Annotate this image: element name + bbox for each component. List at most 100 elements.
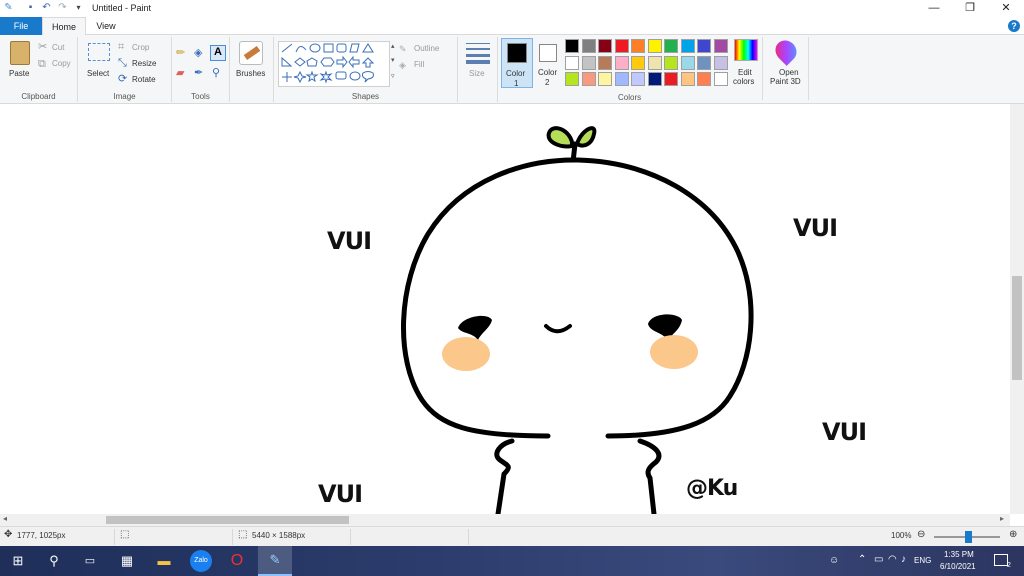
palette-swatch[interactable] bbox=[614, 72, 629, 86]
redo-icon[interactable]: ↷ bbox=[56, 2, 69, 14]
palette-swatch[interactable] bbox=[565, 72, 579, 86]
zalo-icon[interactable]: Zalo bbox=[190, 550, 212, 572]
fill-icon[interactable]: ◈ bbox=[399, 59, 406, 71]
brushes-icon[interactable] bbox=[239, 41, 263, 65]
notification-icon[interactable] bbox=[994, 554, 1008, 566]
cut-button[interactable]: Cut bbox=[52, 43, 64, 52]
canvas-area[interactable]: VUI VUI VUI VUI @Ku bbox=[0, 104, 1010, 514]
palette-swatch[interactable] bbox=[680, 39, 695, 53]
text-tool-icon[interactable]: A bbox=[210, 45, 226, 61]
close-button[interactable]: ✕ bbox=[989, 0, 1023, 17]
select-button[interactable]: Select bbox=[87, 69, 109, 78]
minimize-button[interactable]: — bbox=[917, 0, 951, 17]
palette-swatch[interactable] bbox=[598, 72, 612, 86]
palette-swatch[interactable] bbox=[713, 39, 728, 53]
palette-swatch[interactable] bbox=[713, 72, 728, 86]
taskbar-paint-active[interactable]: ✎ bbox=[258, 546, 292, 576]
resize-icon[interactable]: ⤡ bbox=[118, 57, 127, 69]
save-icon[interactable]: ▪ bbox=[24, 2, 37, 14]
language-indicator[interactable]: ENG bbox=[914, 556, 931, 565]
palette-swatch[interactable] bbox=[631, 72, 645, 86]
horizontal-scroll-thumb[interactable] bbox=[106, 516, 349, 524]
wifi-icon[interactable]: ◠ bbox=[888, 554, 897, 565]
palette-swatch[interactable] bbox=[680, 55, 695, 70]
palette-swatch[interactable] bbox=[664, 72, 678, 86]
search-icon[interactable]: ⚲ bbox=[44, 551, 64, 571]
copy-icon[interactable]: ⧉ bbox=[38, 58, 46, 70]
paste-icon[interactable] bbox=[10, 41, 30, 65]
clock-date[interactable]: 6/10/2021 bbox=[940, 562, 976, 571]
resize-button[interactable]: Resize bbox=[132, 59, 156, 68]
palette-swatch[interactable] bbox=[697, 39, 711, 53]
zoom-out-icon[interactable]: ⊖ bbox=[917, 529, 925, 540]
palette-swatch[interactable] bbox=[697, 72, 711, 86]
paint3d-line2[interactable]: Paint 3D bbox=[770, 77, 801, 86]
copy-button[interactable]: Copy bbox=[52, 59, 71, 68]
crop-button[interactable]: Crop bbox=[132, 43, 149, 52]
paint3d-line1[interactable]: Open bbox=[779, 68, 799, 77]
palette-swatch[interactable] bbox=[680, 72, 695, 86]
eraser-icon[interactable]: ▰ bbox=[176, 67, 184, 79]
palette-swatch[interactable] bbox=[581, 55, 596, 70]
shapes-expand-icon[interactable]: ▿ bbox=[391, 71, 395, 83]
clock-time[interactable]: 1:35 PM bbox=[944, 550, 974, 559]
tab-file[interactable]: File bbox=[0, 17, 42, 35]
size-button[interactable]: Size bbox=[469, 69, 485, 78]
palette-swatch[interactable] bbox=[598, 55, 612, 70]
palette-swatch[interactable] bbox=[664, 55, 678, 70]
palette-swatch[interactable] bbox=[713, 55, 728, 70]
crop-icon[interactable]: ⌗ bbox=[118, 41, 124, 53]
rotate-icon[interactable]: ⟳ bbox=[118, 73, 127, 85]
color-picker-icon[interactable]: ✒ bbox=[194, 67, 203, 79]
people-icon[interactable]: ☺ bbox=[829, 555, 839, 566]
restore-button[interactable]: ❐ bbox=[953, 0, 987, 17]
palette-swatch[interactable] bbox=[647, 55, 662, 70]
task-view-icon[interactable]: ▭ bbox=[80, 551, 100, 571]
brushes-button[interactable]: Brushes bbox=[236, 69, 265, 78]
fill-bucket-icon[interactable]: ◈ bbox=[194, 47, 202, 59]
size-icon[interactable] bbox=[466, 43, 490, 64]
vertical-scrollbar[interactable] bbox=[1010, 104, 1024, 514]
fill-button[interactable]: Fill bbox=[414, 60, 424, 69]
paint3d-icon[interactable] bbox=[771, 36, 801, 66]
edit-colors-line2[interactable]: colors bbox=[733, 77, 754, 86]
show-hidden-icons[interactable]: ⌃ bbox=[858, 554, 866, 565]
pencil-icon[interactable]: ✏ bbox=[176, 47, 185, 59]
palette-swatch[interactable] bbox=[647, 72, 662, 86]
select-icon[interactable] bbox=[88, 43, 110, 61]
palette-swatch[interactable] bbox=[614, 55, 629, 70]
edit-colors-line1[interactable]: Edit bbox=[738, 68, 752, 77]
palette-swatch[interactable] bbox=[631, 55, 645, 70]
vertical-scroll-thumb[interactable] bbox=[1012, 276, 1022, 380]
undo-icon[interactable]: ↶ bbox=[40, 2, 53, 14]
palette-swatch[interactable] bbox=[565, 39, 579, 53]
magnifier-icon[interactable]: ⚲ bbox=[212, 67, 220, 79]
scroll-left-icon[interactable]: ◂ bbox=[3, 514, 7, 523]
battery-icon[interactable]: ▭ bbox=[874, 554, 883, 565]
paint-app-icon[interactable]: ✎ bbox=[2, 2, 15, 14]
palette-swatch[interactable] bbox=[647, 39, 662, 53]
opera-icon[interactable]: O bbox=[227, 551, 247, 571]
shapes-scroll-up-icon[interactable]: ▴ bbox=[391, 41, 395, 53]
palette-swatch[interactable] bbox=[581, 72, 596, 86]
horizontal-scrollbar[interactable]: ◂ ▸ bbox=[0, 514, 1010, 526]
edit-colors-icon[interactable] bbox=[734, 39, 758, 61]
palette-swatch[interactable] bbox=[664, 39, 678, 53]
palette-swatch[interactable] bbox=[581, 39, 596, 53]
paste-button[interactable]: Paste bbox=[9, 69, 29, 78]
outline-button[interactable]: Outline bbox=[414, 44, 439, 53]
palette-swatch[interactable] bbox=[631, 39, 645, 53]
scroll-right-icon[interactable]: ▸ bbox=[1000, 514, 1004, 523]
palette-swatch[interactable] bbox=[565, 55, 579, 70]
outline-icon[interactable]: ✎ bbox=[399, 43, 407, 55]
file-explorer-icon[interactable]: ▬ bbox=[154, 551, 174, 571]
customize-quick-access-icon[interactable]: ▾ bbox=[72, 2, 85, 14]
start-icon[interactable]: ⊞ bbox=[8, 551, 28, 571]
shapes-scroll-down-icon[interactable]: ▾ bbox=[391, 55, 395, 67]
zoom-slider-thumb[interactable] bbox=[965, 531, 972, 543]
palette-swatch[interactable] bbox=[614, 39, 629, 53]
drawing-canvas[interactable] bbox=[0, 104, 1010, 514]
rotate-button[interactable]: Rotate bbox=[132, 75, 156, 84]
cut-icon[interactable]: ✂ bbox=[38, 41, 47, 53]
zoom-in-icon[interactable]: ⊕ bbox=[1009, 529, 1017, 540]
